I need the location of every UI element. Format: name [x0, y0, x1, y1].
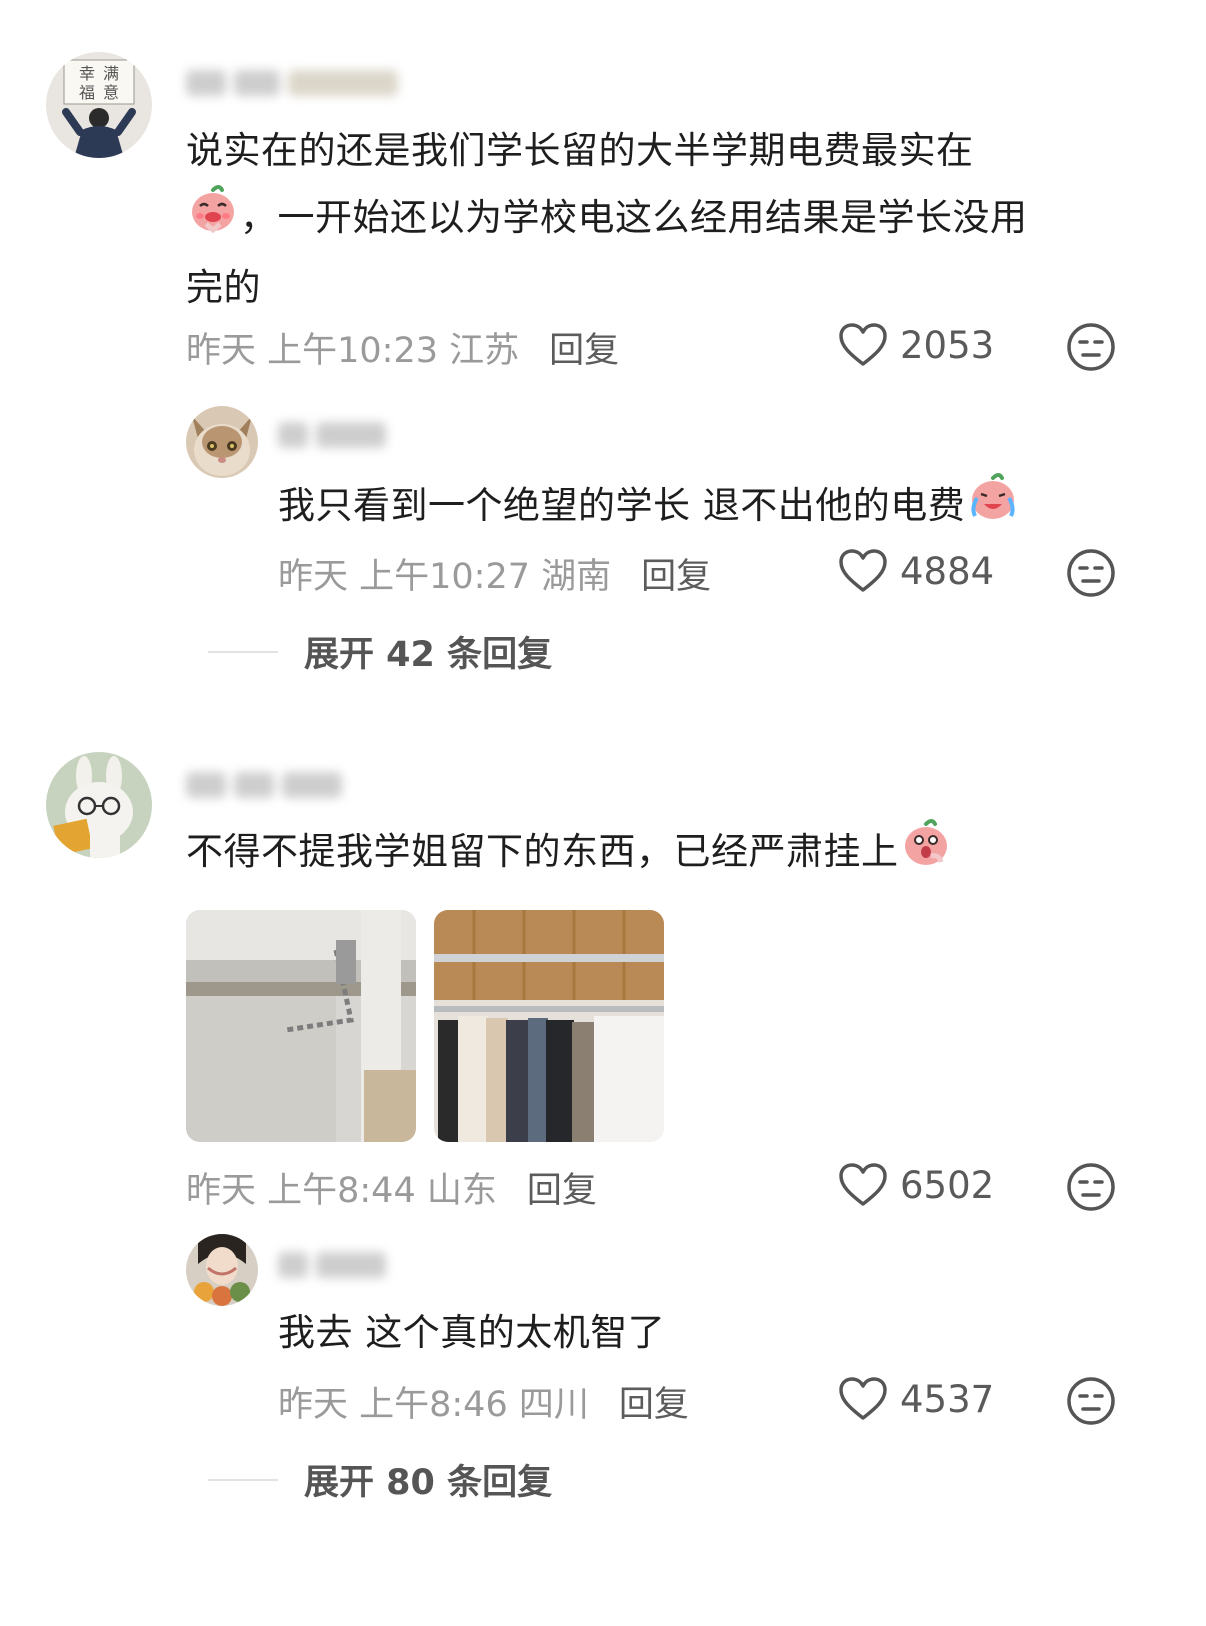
expand-replies-button[interactable]: 展开 42 条回复 [208, 626, 552, 677]
like-button[interactable]: 4537 [838, 1376, 994, 1422]
like-count: 4537 [900, 1377, 995, 1421]
reply-button[interactable]: 回复 [619, 1385, 689, 1425]
like-button[interactable]: 4884 [838, 548, 994, 594]
reply-meta: 昨天 上午8:46 四川 回复 [278, 1376, 689, 1427]
like-button[interactable]: 6502 [838, 1162, 994, 1208]
avatar[interactable]: 幸 满 福 意 [46, 52, 152, 158]
dislike-button[interactable] [1066, 548, 1116, 602]
comment-image-2[interactable] [434, 910, 664, 1142]
comment-image-1[interactable] [186, 910, 416, 1142]
dislike-button[interactable] [1066, 322, 1116, 376]
expand-replies-button[interactable]: 展开 80 条回复 [208, 1454, 552, 1505]
timestamp-location: 昨天 上午10:27 湖南 [278, 557, 612, 597]
like-count: 2053 [900, 323, 995, 367]
reply-meta: 昨天 上午10:27 湖南 回复 [278, 548, 711, 599]
username-blurred[interactable] [278, 414, 408, 454]
reply-text: 我只看到一个绝望的学长 退不出他的电费 [278, 472, 1138, 543]
username-blurred[interactable] [278, 1244, 408, 1284]
svg-text:满: 满 [103, 64, 119, 83]
reply-button[interactable]: 回复 [549, 331, 619, 371]
like-count: 4884 [900, 549, 995, 593]
avatar[interactable] [46, 752, 152, 858]
meh-face-icon [1067, 323, 1115, 371]
like-button[interactable]: 2053 [838, 322, 994, 368]
username-blurred[interactable] [186, 764, 356, 804]
avatar[interactable] [186, 406, 258, 478]
reply-button[interactable]: 回复 [527, 1171, 597, 1211]
comment-text: 不得不提我学姐留下的东西，已经严肃挂上 [186, 818, 1146, 889]
timestamp-location: 昨天 上午8:46 四川 [278, 1385, 589, 1425]
heart-outline-icon [839, 1163, 887, 1206]
comment-text: 说实在的还是我们学长留的大半学期电费最实在 ，一开始还以为学校电这么经用结果是学… [186, 129, 1028, 309]
peach-sticker-icon [967, 472, 1019, 543]
username-blurred[interactable] [186, 62, 436, 102]
heart-outline-icon [839, 1377, 887, 1420]
divider [208, 1478, 278, 1481]
peach-sticker-icon [901, 818, 951, 889]
peach-sticker-icon [188, 184, 238, 255]
meh-face-icon [1067, 549, 1115, 597]
reply-text: 我去 这个真的太机智了 [278, 1311, 666, 1354]
svg-text:福: 福 [79, 83, 95, 102]
divider [208, 650, 278, 653]
timestamp-location: 昨天 上午8:44 山东 [186, 1171, 497, 1211]
heart-outline-icon [839, 549, 887, 592]
like-count: 6502 [900, 1163, 995, 1207]
avatar[interactable] [186, 1234, 258, 1306]
meh-face-icon [1067, 1377, 1115, 1425]
dislike-button[interactable] [1066, 1162, 1116, 1216]
reply-button[interactable]: 回复 [641, 557, 711, 597]
comment-meta: 昨天 上午8:44 山东 回复 [186, 1162, 597, 1213]
heart-outline-icon [839, 323, 887, 366]
svg-text:幸: 幸 [79, 64, 95, 83]
svg-text:意: 意 [103, 83, 119, 102]
meh-face-icon [1067, 1163, 1115, 1211]
dislike-button[interactable] [1066, 1376, 1116, 1430]
comment-meta: 昨天 上午10:23 江苏 回复 [186, 322, 619, 373]
timestamp-location: 昨天 上午10:23 江苏 [186, 331, 520, 371]
